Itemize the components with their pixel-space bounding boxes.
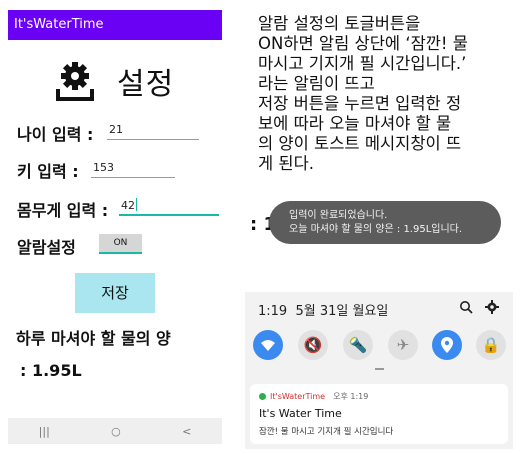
notification-app-name: It'sWaterTime [270,392,326,401]
daily-water-value: : 1.95L [20,361,82,380]
description-text: 알람 설정의 토글버튼을 ON하면 알림 상단에 ‘잠깐! 물 마시고 기지개 … [258,14,508,174]
toast-line-1: 입력이 완료되었습니다. [289,210,388,221]
height-input[interactable]: 153 [91,161,175,178]
app-title: It'sWaterTime [14,17,104,32]
toast-line-2: 오늘 마셔야 할 물의 양은 : 1.95L입니다. [289,224,463,235]
airplane-icon[interactable]: ✈ [388,330,418,360]
weight-value: 42 [121,199,135,212]
age-label: 나이 입력 : [17,125,94,144]
system-nav-bar: ||| ○ < [8,418,222,444]
recent-apps-icon[interactable]: ||| [39,425,50,438]
gear-icon [56,62,94,101]
description-line: 라는 알림이 뜨고 [258,74,375,93]
description-line: 저장 버튼을 누르면 입력한 정 [258,94,462,113]
description-line: 알람 설정의 토글버튼을 [258,14,421,33]
settings-header: 설정 [55,56,174,106]
app-icon [259,393,266,400]
notification-title: It's Water Time [259,407,342,420]
shade-handle[interactable] [375,368,384,370]
description-line: 게 된다. [258,154,315,173]
shade-datetime: 1:19 5월 31일 월요일 [258,300,388,319]
notification-time: 오후 1:19 [333,392,369,401]
notification-body: 잠깐! 물 마시고 기지개 필 시간입니다 [259,427,394,437]
gear-icon[interactable] [485,300,499,314]
mute-icon[interactable]: 🔇 [298,330,328,360]
wifi-icon[interactable] [253,330,283,360]
shade-time: 1:19 [258,304,288,319]
search-icon[interactable] [459,300,473,314]
shade-date: 5월 31일 월요일 [295,304,389,319]
height-label: 키 입력 : [17,162,79,181]
back-icon[interactable]: < [182,425,191,438]
save-button[interactable]: 저장 [75,273,155,313]
toast-message: 입력이 완료되었습니다. 오늘 마셔야 할 물의 양은 : 1.95L입니다. [269,201,501,244]
alarm-label: 알람설정 [17,238,76,257]
daily-water-label: 하루 마셔야 할 물의 양 [16,329,171,348]
description-line: 보에 따라 오늘 마셔야 할 물 [258,114,452,133]
description-line: 마시고 기지개 필 시간입니다.’ [258,54,467,73]
page-title: 설정 [117,67,175,102]
weight-input[interactable]: 42 [119,198,219,216]
weight-label: 몸무게 입력 : [17,201,109,220]
alarm-toggle[interactable]: ON [99,234,142,254]
description-line: ON하면 알림 상단에 ‘잠깐! 물 [258,34,468,53]
rotation-lock-icon[interactable]: 🔒 [476,330,506,360]
flashlight-icon[interactable]: 🔦 [343,330,373,360]
text-caret [136,198,137,211]
home-icon[interactable]: ○ [111,425,121,438]
shade-actions [459,300,499,314]
notification-header: It'sWaterTime 오후 1:19 [259,391,368,402]
location-icon[interactable] [432,330,462,360]
description-line: 의 양이 토스트 메시지창이 뜨 [258,134,462,153]
app-bar: It'sWaterTime [8,10,222,40]
age-input[interactable]: 21 [107,123,199,140]
